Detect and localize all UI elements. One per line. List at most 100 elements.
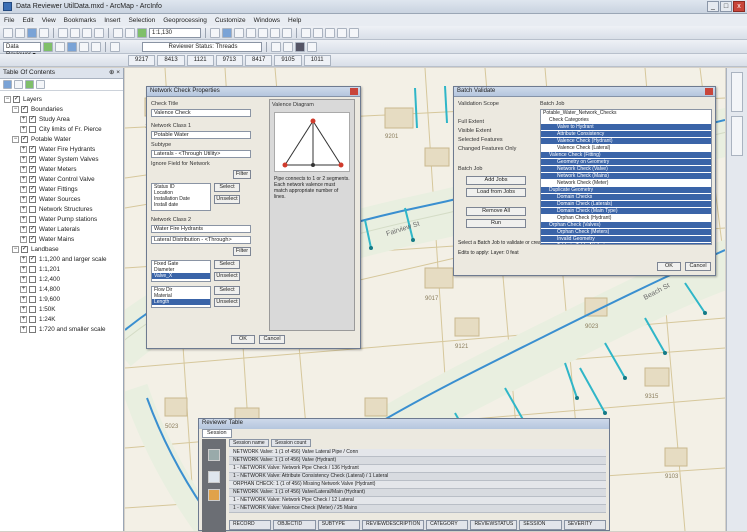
load-jobs-button[interactable]: Load from Jobs bbox=[466, 188, 526, 197]
toc-layer-item[interactable]: +1:720 and smaller scale bbox=[0, 324, 123, 334]
map-tab-6[interactable]: 9105 bbox=[274, 54, 302, 66]
batch-tree-item[interactable]: Orphan Check (Meters) bbox=[541, 229, 711, 235]
batch-tree-item[interactable]: Potable_Water_Network_Checks bbox=[541, 110, 711, 116]
toc-layer-item[interactable]: + ✓ Water Control Valve bbox=[0, 174, 123, 184]
menu-insert[interactable]: Insert bbox=[104, 17, 120, 24]
table-row[interactable]: ORPHAN CHECK: 1 (1 of 456) Missing Netwo… bbox=[229, 481, 606, 489]
toc-layer-item[interactable]: − ✓ Landbase bbox=[0, 244, 123, 254]
column-header[interactable]: OBJECTID bbox=[273, 520, 316, 530]
table-row[interactable]: NETWORK Valve: 1 (1 of 456) Valve Latera… bbox=[229, 449, 606, 457]
batch-tree-item[interactable]: Domain Checks bbox=[541, 194, 711, 200]
layer-visibility-checkbox[interactable]: ✓ bbox=[29, 185, 36, 193]
layer-visibility-checkbox[interactable] bbox=[29, 125, 36, 133]
menu-bookmarks[interactable]: Bookmarks bbox=[64, 17, 97, 24]
new-map-icon[interactable] bbox=[3, 27, 13, 38]
layer-visibility-checkbox[interactable]: ✓ bbox=[29, 255, 36, 263]
flag-missing-icon[interactable] bbox=[91, 41, 101, 52]
batch-tree-item[interactable]: Network Check (Meter) bbox=[541, 180, 711, 186]
batch-validate-icon[interactable] bbox=[67, 41, 77, 52]
subtype-select[interactable]: Laterals - <Through Utility> bbox=[151, 150, 251, 158]
expand-toggle-icon[interactable]: + bbox=[20, 115, 27, 123]
toc-layer-item[interactable]: + ✓ Water System Valves bbox=[0, 154, 123, 164]
select-button[interactable]: Select bbox=[214, 286, 240, 295]
zoom-out-icon[interactable] bbox=[313, 27, 323, 38]
expand-toggle-icon[interactable]: + bbox=[20, 305, 27, 313]
menu-selection[interactable]: Selection bbox=[128, 17, 155, 24]
batch-tree-item[interactable]: Invalid Geometry bbox=[541, 236, 711, 242]
ok-button[interactable]: OK bbox=[657, 262, 681, 271]
paste-icon[interactable] bbox=[82, 27, 92, 38]
layer-visibility-checkbox[interactable]: ✓ bbox=[13, 95, 20, 103]
reviewer-table-icon[interactable] bbox=[55, 41, 65, 52]
unselect-button[interactable]: Unselect bbox=[214, 195, 240, 204]
field-listbox-3[interactable]: Flow Dir Material Length bbox=[151, 286, 211, 308]
update-status-icon[interactable] bbox=[208, 489, 220, 501]
column-header[interactable]: REVIEWSTATUS bbox=[470, 520, 518, 530]
column-header[interactable]: SUBTYPE bbox=[317, 520, 361, 530]
network-class-select[interactable]: Potable Water bbox=[151, 131, 251, 139]
add-jobs-button[interactable]: Add Jobs bbox=[466, 176, 526, 185]
map-tab-1[interactable]: 9217 bbox=[128, 54, 156, 66]
run-check-icon[interactable] bbox=[79, 41, 89, 52]
select-button[interactable]: Select bbox=[214, 260, 240, 269]
toc-layer-item[interactable]: + ✓ Study Area bbox=[0, 114, 123, 124]
batch-tree-item[interactable]: Valence Check (Fitting) bbox=[541, 152, 711, 158]
expand-toggle-icon[interactable]: + bbox=[20, 215, 27, 223]
copy-icon[interactable] bbox=[70, 27, 80, 38]
column-header[interactable]: SEVERITY bbox=[563, 520, 606, 530]
batch-tree-item[interactable]: Orphan Check (Valves) bbox=[541, 222, 711, 228]
toc-layer-item[interactable]: +1:1,201 bbox=[0, 264, 123, 274]
editor-toolbar-icon[interactable] bbox=[210, 27, 220, 38]
batch-tree-item[interactable]: Orphan Check (Hydrant) bbox=[541, 215, 711, 221]
batch-tree-item[interactable]: Attribute Consistency bbox=[541, 131, 711, 137]
save-icon[interactable] bbox=[27, 27, 37, 38]
scope-full-extent-radio[interactable]: Full Extent bbox=[458, 119, 538, 125]
table-row[interactable]: 1 - NETWORK Valve: Network Pipe Check / … bbox=[229, 497, 606, 505]
layer-visibility-checkbox[interactable] bbox=[29, 275, 36, 283]
map-scale-combo[interactable]: 1:1,130 bbox=[149, 27, 201, 38]
run-button[interactable]: Run bbox=[466, 219, 526, 228]
map-tab-3[interactable]: 1121 bbox=[186, 54, 214, 66]
expand-toggle-icon[interactable]: + bbox=[20, 145, 27, 153]
layer-visibility-checkbox[interactable] bbox=[29, 305, 36, 313]
layer-visibility-checkbox[interactable] bbox=[29, 315, 36, 323]
ok-button[interactable]: OK bbox=[231, 335, 255, 344]
expand-toggle-icon[interactable]: + bbox=[20, 275, 27, 283]
table-row[interactable]: 1 - NETWORK Valve: Attribute Consistency… bbox=[229, 473, 606, 481]
close-button[interactable]: x bbox=[733, 1, 745, 12]
expand-toggle-icon[interactable]: + bbox=[20, 125, 27, 133]
layer-visibility-checkbox[interactable]: ✓ bbox=[29, 235, 36, 243]
toc-layer-item[interactable]: + ✓ Water Laterals bbox=[0, 224, 123, 234]
search-dock-tab[interactable] bbox=[731, 116, 743, 156]
table-row[interactable]: 1 - NETWORK Valve: Valence Check (Meter)… bbox=[229, 505, 606, 513]
expand-toggle-icon[interactable]: − bbox=[4, 95, 11, 103]
column-header[interactable]: SESSION bbox=[519, 520, 562, 530]
menu-windows[interactable]: Windows bbox=[254, 17, 280, 24]
cancel-button[interactable]: Cancel bbox=[259, 335, 285, 344]
menu-view[interactable]: View bbox=[42, 17, 56, 24]
expand-toggle-icon[interactable]: + bbox=[20, 255, 27, 263]
table-row[interactable]: NETWORK Valve: 1 (1 of 456) Valve/Latera… bbox=[229, 489, 606, 497]
menu-edit[interactable]: Edit bbox=[22, 17, 33, 24]
toc-layer-item[interactable]: + City limits of Fr. Pierce bbox=[0, 124, 123, 134]
arctoolbox-icon[interactable] bbox=[258, 27, 268, 38]
full-extent-icon[interactable] bbox=[337, 27, 347, 38]
ignore-field-checkbox[interactable]: Ignore Field for Network bbox=[151, 161, 263, 167]
minimize-button[interactable]: _ bbox=[707, 1, 719, 12]
layer-visibility-checkbox[interactable]: ✓ bbox=[29, 195, 36, 203]
reviewer-status-combo[interactable]: Reviewer Status: Threads bbox=[142, 41, 262, 52]
dialog-close-button[interactable] bbox=[705, 88, 713, 95]
data-reviewer-dropdown[interactable]: Data Reviewer ▾ bbox=[3, 41, 41, 58]
undo-icon[interactable] bbox=[113, 27, 123, 38]
layer-visibility-checkbox[interactable] bbox=[29, 215, 36, 223]
toc-layer-item[interactable]: + ✓ Water Meters bbox=[0, 164, 123, 174]
layer-visibility-checkbox[interactable]: ✓ bbox=[29, 115, 36, 123]
table-row[interactable]: 1 - NETWORK Valve: Network Pipe Check / … bbox=[229, 465, 606, 473]
list-item-selected[interactable]: Valve_X bbox=[152, 273, 210, 279]
maximize-button[interactable]: □ bbox=[720, 1, 732, 12]
map-tab-2[interactable]: 8413 bbox=[157, 54, 185, 66]
layer-visibility-checkbox[interactable]: ✓ bbox=[21, 135, 28, 143]
expand-toggle-icon[interactable]: + bbox=[20, 325, 27, 333]
sketch-tool-icon[interactable] bbox=[283, 41, 293, 52]
scope-selected-radio[interactable]: Selected Features bbox=[458, 137, 538, 143]
